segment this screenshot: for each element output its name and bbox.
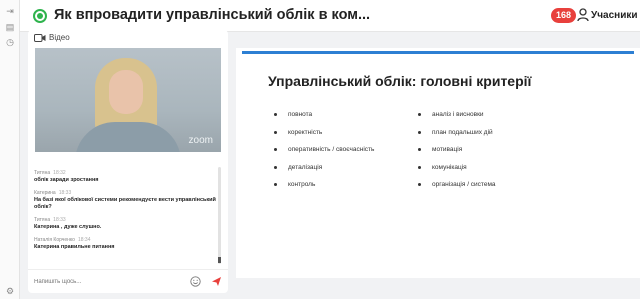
chat-message: Катерина 18:33 На базі якої облікової сис…: [34, 190, 222, 211]
chat-author: Титяна: [34, 217, 51, 223]
chat-text: облік заради зростання: [34, 177, 99, 183]
criteria-item: план подальших дій: [418, 129, 496, 147]
chat-text: Катерина , дуже слушно.: [34, 224, 102, 230]
criteria-list-left: повнота коректність оперативність / своє…: [274, 111, 374, 199]
left-rail: ⇥ ▤ ◷ ⚙: [0, 0, 20, 299]
zoom-watermark: zoom: [188, 135, 213, 146]
speaker-body: [75, 122, 181, 152]
live-indicator-icon: [33, 9, 47, 23]
chat-message: Титяна 18:33 Катерина , дуже слушно.: [34, 217, 222, 231]
chat-input[interactable]: [34, 276, 184, 288]
chat-message: Титяна 18:32 облік заради зростання: [34, 170, 222, 184]
chat-time: 18:32: [53, 170, 66, 176]
chat-author: Катерина: [34, 190, 56, 196]
chat-scrollbar-thumb[interactable]: [218, 257, 221, 263]
video-label: Відео: [49, 33, 70, 42]
camera-icon: [34, 33, 46, 42]
criteria-item: аналіз і висновки: [418, 111, 496, 129]
presentation-slide: Управлінський облік: головні критерії по…: [236, 48, 640, 278]
speaker-face: [109, 70, 143, 114]
document-icon[interactable]: ▤: [5, 22, 15, 32]
chat-author: Титяна: [34, 170, 51, 176]
criteria-item: організація / система: [418, 181, 496, 199]
side-panel: Відео zoom Титяна 18:32 облік заради зрос…: [28, 30, 228, 293]
chat-text: На базі якої облікової системи рекоменду…: [34, 197, 216, 210]
chat-text: Катерина правильне питання: [34, 244, 115, 250]
chat-input-row: [28, 269, 228, 293]
chat-list: Титяна 18:32 облік заради зростання Катер…: [34, 170, 222, 270]
header: Як впровадити управлінський облік в ком.…: [20, 0, 640, 32]
slide-title: Управлінський облік: головні критерії: [268, 73, 532, 89]
video-tab[interactable]: Відео: [34, 33, 70, 42]
criteria-list-right: аналіз і висновки план подальших дій мот…: [418, 111, 496, 199]
gear-icon[interactable]: ⚙: [5, 286, 15, 296]
chat-time: 18:33: [53, 217, 66, 223]
criteria-item: оперативність / своєчасність: [274, 146, 374, 164]
participant-count-badge[interactable]: 168: [551, 8, 577, 23]
criteria-item: комунікація: [418, 164, 496, 182]
criteria-item: коректність: [274, 129, 374, 147]
criteria-item: деталізація: [274, 164, 374, 182]
chat-time: 18:34: [77, 237, 91, 243]
smile-icon[interactable]: [190, 276, 201, 287]
criteria-item: повнота: [274, 111, 374, 129]
page-title: Як впровадити управлінський облік в ком.…: [54, 7, 371, 23]
chat-time: 18:33: [58, 190, 72, 196]
user-icon[interactable]: [577, 8, 589, 22]
send-icon[interactable]: [211, 276, 222, 287]
criteria-item: контроль: [274, 181, 374, 199]
participants-button[interactable]: Учасники: [591, 10, 638, 21]
exit-icon[interactable]: ⇥: [5, 6, 15, 16]
video-stream[interactable]: zoom: [35, 48, 221, 152]
chat-message: Наталія Корченко 18:34 Катерина правильне…: [34, 237, 222, 251]
criteria-item: мотивація: [418, 146, 496, 164]
chat-scrollbar[interactable]: [218, 167, 221, 264]
chat-author: Наталія Корченко: [34, 237, 75, 243]
slide-accent-bar: [242, 51, 634, 54]
clock-icon[interactable]: ◷: [5, 37, 15, 47]
